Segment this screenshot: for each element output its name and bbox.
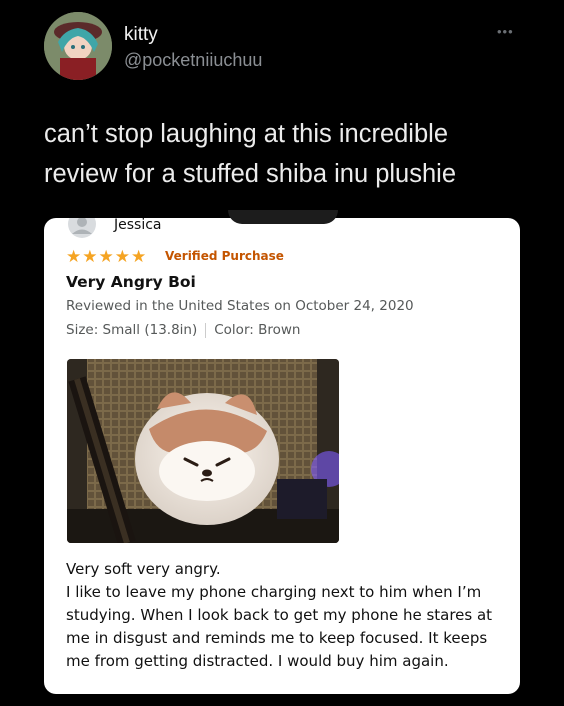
tweet-text: can’t stop laughing at this incredible r…: [44, 120, 457, 188]
star-icon: ★: [114, 247, 130, 267]
review-body-paragraph: I like to leave my phone charging next t…: [66, 583, 493, 670]
reviewer-name: Jessica: [114, 218, 162, 233]
review-date: Reviewed in the United States on October…: [66, 298, 414, 314]
phone-notch: [228, 210, 338, 224]
review-body-line: Very soft very angry.: [66, 560, 221, 578]
avatar[interactable]: [44, 12, 112, 80]
review-body: Very soft very angry. I like to leave my…: [66, 558, 506, 673]
more-icon[interactable]: •••: [497, 24, 514, 39]
verified-badge: Verified Purchase: [165, 249, 284, 263]
size-label: Size: Small (13.8in): [66, 322, 198, 338]
variant-info: Size: Small (13.8in) Color: Brown: [66, 322, 300, 338]
star-rating: ★ ★ ★ ★ ★: [66, 248, 146, 266]
display-name[interactable]: kitty: [124, 24, 158, 46]
review-screenshot: Jessica ★ ★ ★ ★ ★ Verified Purchase Very…: [44, 218, 520, 694]
review-photo[interactable]: [67, 359, 339, 543]
user-handle[interactable]: @pocketniiuchuu: [124, 50, 262, 71]
review-title: Very Angry Boi: [66, 273, 196, 291]
color-label: Color: Brown: [214, 322, 301, 338]
star-icon: ★: [131, 247, 147, 267]
star-icon: ★: [98, 247, 114, 267]
star-icon: ★: [82, 247, 98, 267]
reviewer-avatar-icon: [68, 218, 96, 238]
divider: [205, 322, 207, 338]
star-icon: ★: [66, 247, 82, 267]
